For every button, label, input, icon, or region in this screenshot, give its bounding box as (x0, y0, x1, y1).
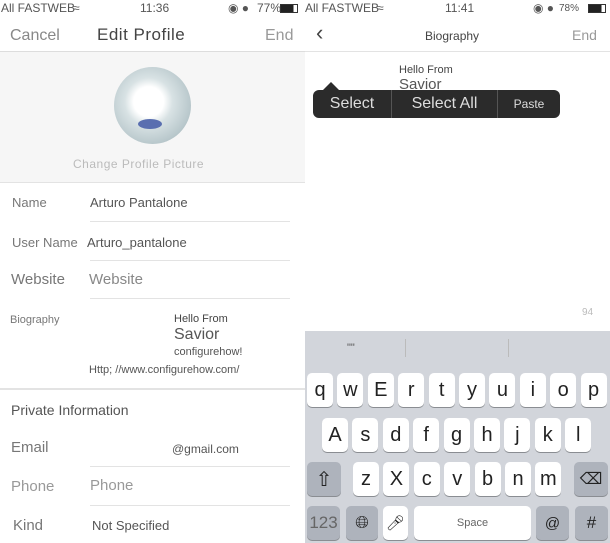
select-all-menu-item[interactable]: Select All (392, 90, 498, 118)
avatar[interactable] (114, 67, 191, 144)
clock: 11:36 (140, 1, 170, 15)
website-input[interactable]: Website (89, 271, 143, 288)
username-label: User Name (12, 235, 78, 250)
gender-select[interactable]: Not Specified (92, 518, 169, 533)
key-m[interactable]: m (535, 462, 562, 496)
key-d[interactable]: d (382, 418, 409, 452)
clock: 11:41 (445, 1, 475, 15)
website-label: Website (11, 271, 65, 288)
alarm-icon: ◉ ● (533, 1, 555, 15)
key-s[interactable]: s (352, 418, 379, 452)
key-o[interactable]: o (550, 373, 577, 407)
change-photo-link[interactable]: Change Profile Picture (73, 157, 204, 171)
character-counter: 94 (582, 307, 594, 318)
key-k[interactable]: k (534, 418, 561, 452)
alarm-icon: ◉ ● (228, 1, 250, 15)
cup-decoration (138, 119, 162, 129)
phone-label: Phone (11, 478, 55, 495)
hash-key[interactable]: # (575, 506, 608, 540)
shift-key[interactable]: ⇧ (307, 462, 341, 496)
battery-icon (588, 4, 606, 13)
delete-key[interactable]: ⌫ (574, 462, 608, 496)
key-f[interactable]: f (413, 418, 440, 452)
bio-text-line-1[interactable]: Hello From (399, 64, 453, 76)
edit-menu: Select Select All Paste (313, 90, 560, 118)
suggestion-divider (508, 339, 509, 357)
battery-percent: 78% (559, 3, 580, 14)
key-a[interactable]: A (322, 418, 348, 452)
key-t[interactable]: t (428, 373, 455, 407)
keyboard: "" qwErtyuiop Asdfghjkl zXcvbnm ⇧ ⌫ 123 🌐︎… (305, 331, 610, 543)
battery-percent: 77% (257, 1, 282, 15)
page-title: Biography (425, 29, 480, 43)
select-menu-item[interactable]: Select (313, 90, 392, 118)
bio-line-2[interactable]: Savior (174, 326, 219, 344)
carrier: All FASTWEB (305, 1, 380, 15)
cancel-button[interactable]: Cancel (10, 27, 60, 45)
at-key[interactable]: @ (536, 506, 569, 540)
microphone-icon[interactable]: 🎤︎ (383, 506, 408, 540)
key-z[interactable]: z (353, 462, 379, 496)
key-p[interactable]: p (580, 373, 607, 407)
space-key[interactable]: Space (414, 506, 531, 540)
wifi-icon: ≈ (73, 1, 80, 15)
key-n[interactable]: n (505, 462, 531, 496)
back-button[interactable]: ‹ (316, 20, 323, 46)
key-e[interactable]: E (367, 373, 394, 407)
suggestion-divider (405, 339, 406, 357)
numbers-key[interactable]: 123 (307, 506, 340, 540)
carrier: All FASTWEB (1, 1, 76, 15)
bio-url[interactable]: Http; //www.configurehow.com/ (89, 364, 239, 376)
name-label: Name (12, 195, 47, 210)
done-button[interactable]: End (572, 27, 597, 43)
key-i[interactable]: i (519, 373, 546, 407)
wifi-icon: ≈ (377, 1, 384, 15)
biography-label: Biography (10, 314, 60, 326)
menu-arrow (323, 82, 339, 90)
email-label: Email (11, 439, 49, 456)
key-g[interactable]: g (443, 418, 470, 452)
done-button[interactable]: End (265, 27, 293, 45)
key-y[interactable]: y (459, 373, 485, 407)
bio-line-1[interactable]: Hello From (174, 313, 228, 325)
key-q[interactable]: q (307, 373, 333, 407)
username-input[interactable]: Arturo_pantalone (87, 235, 187, 250)
key-c[interactable]: c (413, 462, 440, 496)
key-x[interactable]: X (383, 462, 410, 496)
key-u[interactable]: u (489, 373, 516, 407)
globe-icon[interactable]: 🌐︎ (346, 506, 378, 540)
key-w[interactable]: w (337, 373, 364, 407)
key-b[interactable]: b (474, 462, 501, 496)
page-title: Edit Profile (97, 25, 186, 44)
paste-menu-item[interactable]: Paste (498, 90, 560, 118)
key-h[interactable]: h (474, 418, 500, 452)
key-l[interactable]: l (565, 418, 592, 452)
edit-profile-screen: All FASTWEB ≈ 11:36 ◉ ● 77% Cancel Edit … (0, 0, 305, 543)
key-r[interactable]: r (398, 373, 425, 407)
email-input[interactable]: @gmail.com (172, 442, 239, 456)
bio-line-3[interactable]: configurehow! (174, 346, 243, 358)
battery-icon (280, 4, 298, 13)
key-v[interactable]: v (444, 462, 471, 496)
private-info-header: Private Information (11, 402, 129, 418)
key-j[interactable]: j (504, 418, 531, 452)
name-input[interactable]: Arturo Pantalone (90, 195, 188, 210)
gender-label: Kind (13, 517, 44, 534)
suggestion-1[interactable]: "" (347, 342, 355, 354)
phone-input[interactable]: Phone (90, 477, 133, 494)
